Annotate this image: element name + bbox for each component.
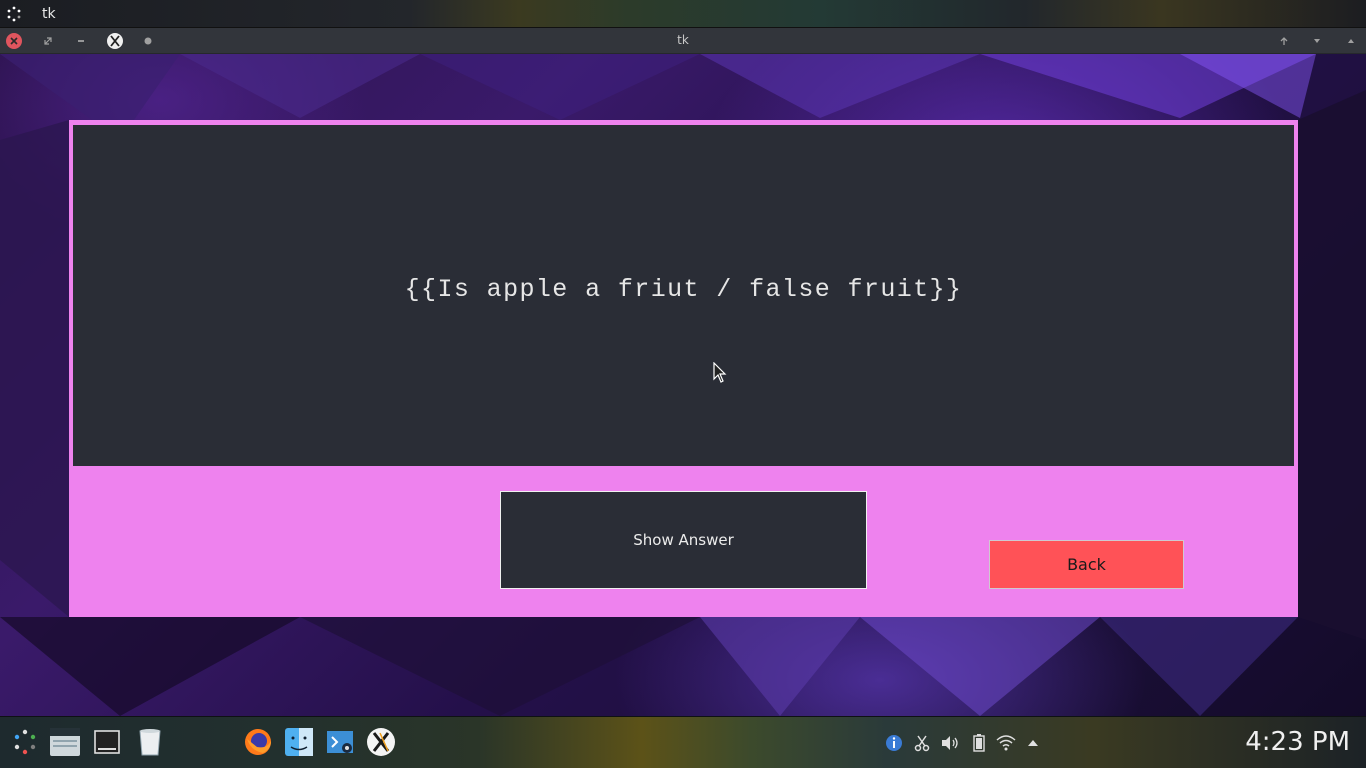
flashcard-window: {{Is apple a friut / false fruit}} Show … [69, 120, 1298, 617]
vscode-button[interactable] [323, 725, 357, 759]
terminal-icon [94, 730, 120, 754]
active-app-title: tk [42, 5, 56, 22]
taskbar: 4:23 PM [0, 716, 1366, 768]
window-titlebar[interactable]: tk [0, 28, 1366, 54]
info-button[interactable] [884, 733, 904, 753]
file-manager-icon [50, 728, 80, 756]
tray-expand-icon [1028, 740, 1038, 746]
x-app-button[interactable] [364, 725, 398, 759]
wifi-icon [996, 735, 1016, 751]
maximize-window-button[interactable] [1343, 33, 1359, 49]
firefox-icon [245, 729, 271, 755]
chevron-down-icon [1314, 39, 1320, 43]
battery-icon [973, 734, 985, 752]
battery-button[interactable] [969, 733, 989, 753]
scissors-icon [914, 735, 930, 752]
app-menu-icon [14, 729, 36, 755]
wifi-button[interactable] [996, 733, 1016, 753]
info-icon [886, 735, 902, 751]
app-menu-button[interactable] [8, 725, 42, 759]
screenshot-button[interactable] [912, 733, 932, 753]
trash-button[interactable] [133, 725, 167, 759]
back-button[interactable]: Back [989, 540, 1184, 589]
flashcard: {{Is apple a friut / false fruit}} [73, 125, 1294, 466]
launcher-icon[interactable] [0, 0, 28, 28]
chevron-up-icon [1348, 39, 1354, 43]
flashcard-question: {{Is apple a friut / false fruit}} [404, 275, 963, 304]
tray-expand-button[interactable] [1023, 733, 1043, 753]
volume-icon [942, 736, 958, 750]
show-answer-button[interactable]: Show Answer [500, 491, 867, 589]
terminal-button[interactable] [90, 725, 124, 759]
window-title: tk [677, 33, 689, 47]
window-menu-button[interactable] [1309, 33, 1325, 49]
mouse-cursor-icon [713, 362, 727, 383]
vscode-icon [327, 731, 353, 753]
clock[interactable]: 4:23 PM [1245, 727, 1350, 757]
file-manager-button[interactable] [48, 725, 82, 759]
finder-icon [285, 728, 313, 756]
top-panel: tk [0, 0, 1366, 28]
arrow-up-icon [1280, 37, 1288, 45]
trash-icon [139, 729, 161, 756]
keep-above-button[interactable] [1276, 33, 1292, 49]
finder-button[interactable] [282, 725, 316, 759]
volume-button[interactable] [940, 733, 960, 753]
x-app-icon [367, 728, 395, 756]
firefox-button[interactable] [241, 725, 275, 759]
